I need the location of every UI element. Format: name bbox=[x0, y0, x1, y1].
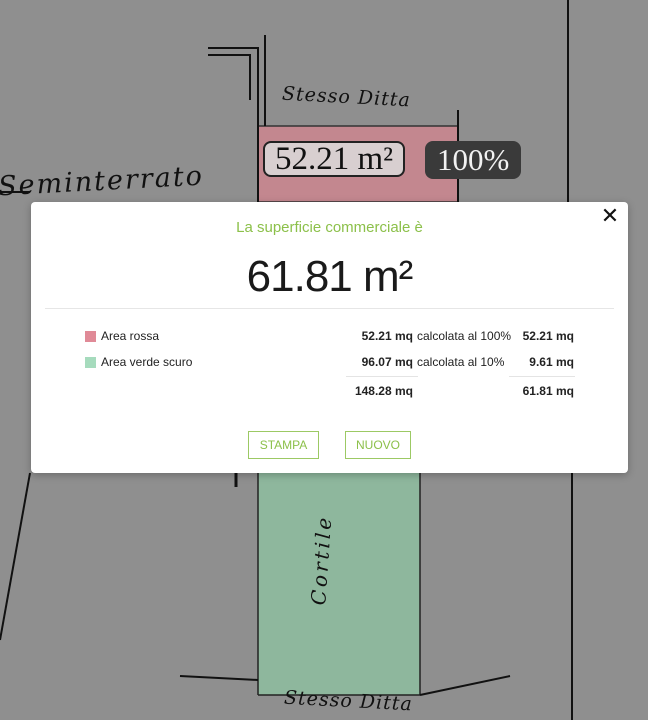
row-calc: calcolata al 100% bbox=[417, 329, 512, 343]
row-calc: calcolata al 10% bbox=[417, 355, 505, 369]
divider bbox=[45, 308, 614, 309]
table-row: Area rossa 52.21 mq calcolata al 100% 52… bbox=[31, 329, 628, 347]
sum-divider-left bbox=[346, 376, 418, 377]
row-measure: 52.21 mq bbox=[361, 329, 413, 343]
sum-measure: 148.28 mq bbox=[354, 384, 413, 398]
row-name: Area verde scuro bbox=[101, 355, 193, 369]
green-swatch bbox=[85, 357, 96, 368]
table-row: Area verde scuro 96.07 mq calcolata al 1… bbox=[31, 355, 628, 373]
row-result: 52.21 mq bbox=[522, 329, 574, 343]
red-swatch bbox=[85, 331, 96, 342]
row-measure: 96.07 mq bbox=[361, 355, 413, 369]
modal-title: La superficie commerciale è bbox=[236, 219, 423, 236]
sum-divider-right bbox=[509, 376, 575, 377]
area-percent-label: 100% bbox=[425, 141, 522, 179]
green-area bbox=[258, 473, 420, 695]
sum-result: 61.81 mq bbox=[522, 384, 574, 398]
result-modal: ✕ La superficie commerciale è 61.81 m² A… bbox=[31, 202, 628, 473]
area-measure-label: 52.21 m² bbox=[263, 141, 406, 177]
new-button[interactable]: NUOVO bbox=[345, 431, 411, 459]
row-name: Area rossa bbox=[101, 329, 160, 343]
row-result: 9.61 mq bbox=[529, 355, 574, 369]
total-area: 61.81 m² bbox=[246, 252, 414, 301]
print-button[interactable]: STAMPA bbox=[248, 431, 319, 459]
